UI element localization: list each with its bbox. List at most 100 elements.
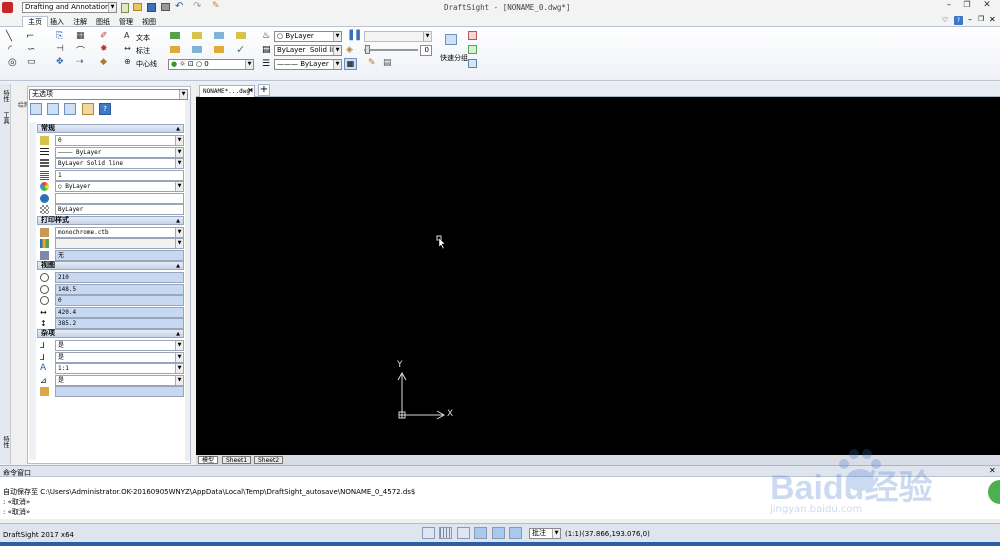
- doc-minimize-button[interactable]: –: [968, 15, 972, 24]
- polyline-icon[interactable]: ⌐: [26, 31, 34, 42]
- prop-color[interactable]: ○ ByLayer ▼: [37, 181, 184, 192]
- quick-group-icon[interactable]: [445, 34, 457, 45]
- prop-lineweight[interactable]: ByLayer Solid line ▼: [37, 158, 184, 169]
- close-icon[interactable]: ✕: [247, 86, 254, 95]
- stretch-icon[interactable]: ⇢: [76, 57, 84, 67]
- lineweight-select[interactable]: ——— ByLayer ▼: [274, 59, 342, 70]
- brush-icon[interactable]: ✎: [368, 58, 376, 68]
- array-icon[interactable]: ▦: [76, 31, 85, 41]
- tab-manage[interactable]: 管理: [119, 17, 133, 27]
- list-icon[interactable]: ▤: [383, 58, 392, 68]
- drawing-canvas[interactable]: Y X: [196, 97, 1000, 455]
- save-icon[interactable]: [147, 3, 156, 12]
- text-button[interactable]: 文本: [136, 33, 150, 43]
- doc-close-button[interactable]: ✕: [989, 15, 996, 24]
- undo-icon[interactable]: ↶: [175, 1, 183, 12]
- transparency-slider[interactable]: [364, 49, 418, 51]
- sheet-tab-sheet1[interactable]: Sheet1: [222, 456, 252, 464]
- esnap-icon[interactable]: [492, 527, 505, 539]
- transparency-thumb[interactable]: [365, 45, 370, 54]
- circle-icon[interactable]: ◎: [8, 57, 17, 68]
- linetype-select[interactable]: ByLayer Solid line ▼: [274, 45, 342, 56]
- section-misc[interactable]: 杂项 ▲: [37, 329, 184, 338]
- group-edit-icon[interactable]: [468, 31, 477, 40]
- copy-icon[interactable]: ⎘: [56, 31, 63, 41]
- prop-visual-style[interactable]: [37, 386, 184, 397]
- sheet-tab-sheet2[interactable]: Sheet2: [254, 456, 284, 464]
- prop-plot-style[interactable]: ▼: [37, 238, 184, 249]
- tab-insert[interactable]: 插入: [50, 17, 64, 27]
- layer-check-icon[interactable]: ✓: [236, 43, 245, 56]
- tab-sheet[interactable]: 图纸: [96, 17, 110, 27]
- settings-icon[interactable]: [82, 103, 94, 115]
- new-file-icon[interactable]: [121, 3, 129, 13]
- prop-ctb[interactable]: monochrome.ctb ▼: [37, 227, 184, 238]
- properties-scrollbar[interactable]: [185, 99, 190, 461]
- fill-icon[interactable]: ◆: [100, 57, 107, 67]
- fillet-icon[interactable]: ⌒: [76, 44, 85, 57]
- print-style-icon[interactable]: ▐▐: [346, 31, 360, 41]
- side-tab-properties[interactable]: 特性: [1, 90, 10, 102]
- layer-freeze-icon[interactable]: [214, 32, 224, 39]
- prop-linetype[interactable]: ———— ByLayer ▼: [37, 147, 184, 158]
- doc-tab[interactable]: NONAME*...dwg* ✕: [199, 85, 255, 97]
- help-icon[interactable]: ?: [954, 16, 963, 25]
- move-icon[interactable]: ✥: [56, 57, 64, 67]
- arc-icon[interactable]: ◜: [8, 44, 12, 55]
- transparency-input[interactable]: 0: [420, 45, 432, 56]
- group-add-icon[interactable]: [468, 45, 477, 54]
- color-select[interactable]: ○ ByLayer ▼: [274, 31, 342, 42]
- tab-annotate[interactable]: 注解: [73, 17, 87, 27]
- prop-linetype-scale[interactable]: 1: [37, 170, 184, 181]
- trim-icon[interactable]: ⊣: [56, 44, 64, 54]
- tab-view[interactable]: 视图: [142, 17, 156, 27]
- toggle-pickadd-icon[interactable]: [64, 103, 76, 115]
- dimension-icon[interactable]: ↔: [124, 44, 131, 53]
- erase-icon[interactable]: ✐: [100, 31, 108, 41]
- annotation-select[interactable]: 批注 ▼: [529, 528, 561, 539]
- section-view[interactable]: 视图 ▲: [37, 261, 184, 270]
- prop-center-x[interactable]: 210: [37, 272, 184, 283]
- prop-plot-table[interactable]: 无: [37, 250, 184, 261]
- explode-icon[interactable]: ✸: [100, 44, 108, 54]
- prop-print-style[interactable]: ByLayer: [37, 204, 184, 215]
- layer-select[interactable]: ● ☼ ⊡ ○ 0 ▼: [168, 59, 254, 70]
- snap-icon[interactable]: [422, 527, 435, 539]
- side-tab-properties-bottom[interactable]: 特性: [1, 436, 10, 448]
- match-properties-icon[interactable]: ▦: [344, 58, 357, 70]
- tab-home[interactable]: 主页: [22, 16, 48, 27]
- centerline-icon[interactable]: ⊕: [124, 57, 131, 66]
- prop-annotation-scale[interactable]: A 1:1 ▼: [37, 363, 184, 374]
- layer-iso-icon[interactable]: [170, 46, 180, 53]
- sheet-tab-model[interactable]: 模型: [198, 456, 219, 464]
- minimize-button[interactable]: –: [940, 0, 958, 12]
- prop-ucs-per-viewport[interactable]: ⊿ 是 ▼: [37, 375, 184, 386]
- rectangle-icon[interactable]: ▭: [27, 57, 36, 67]
- print-icon[interactable]: [161, 3, 170, 11]
- redo-icon[interactable]: ↷: [193, 1, 201, 12]
- dimension-button[interactable]: 标注: [136, 46, 150, 56]
- spline-icon[interactable]: ∽: [27, 44, 35, 55]
- prop-height[interactable]: ↕ 385.2: [37, 318, 184, 329]
- prop-ucs-on[interactable]: ⅃ 是 ▼: [37, 340, 184, 351]
- prop-ucs-origin[interactable]: ⅃ 是 ▼: [37, 352, 184, 363]
- prop-layer[interactable]: 0 ▼: [37, 135, 184, 146]
- prop-center-y[interactable]: 148.5: [37, 284, 184, 295]
- etrack-icon[interactable]: [509, 527, 522, 539]
- selection-filter-select[interactable]: 无选项 ▼: [29, 89, 188, 100]
- restore-button[interactable]: ❐: [958, 0, 976, 12]
- prop-center-z[interactable]: 0: [37, 295, 184, 306]
- side-tab-tools[interactable]: 工具: [1, 112, 10, 124]
- centerline-button[interactable]: 中心线: [136, 59, 157, 69]
- pencil-icon[interactable]: ✎: [212, 1, 220, 11]
- layer-off-icon[interactable]: [214, 46, 224, 53]
- prop-hyperlink[interactable]: [37, 193, 184, 204]
- layer-lock-icon[interactable]: [236, 32, 246, 39]
- close-button[interactable]: ✕: [976, 0, 998, 12]
- new-tab-button[interactable]: +: [258, 84, 270, 96]
- ribbon-minimize-button[interactable]: ♡: [942, 16, 948, 24]
- select-objects-icon[interactable]: [30, 103, 42, 115]
- polar-icon[interactable]: [474, 527, 487, 539]
- text-icon[interactable]: A: [124, 31, 129, 40]
- layer-match-icon[interactable]: [192, 46, 202, 53]
